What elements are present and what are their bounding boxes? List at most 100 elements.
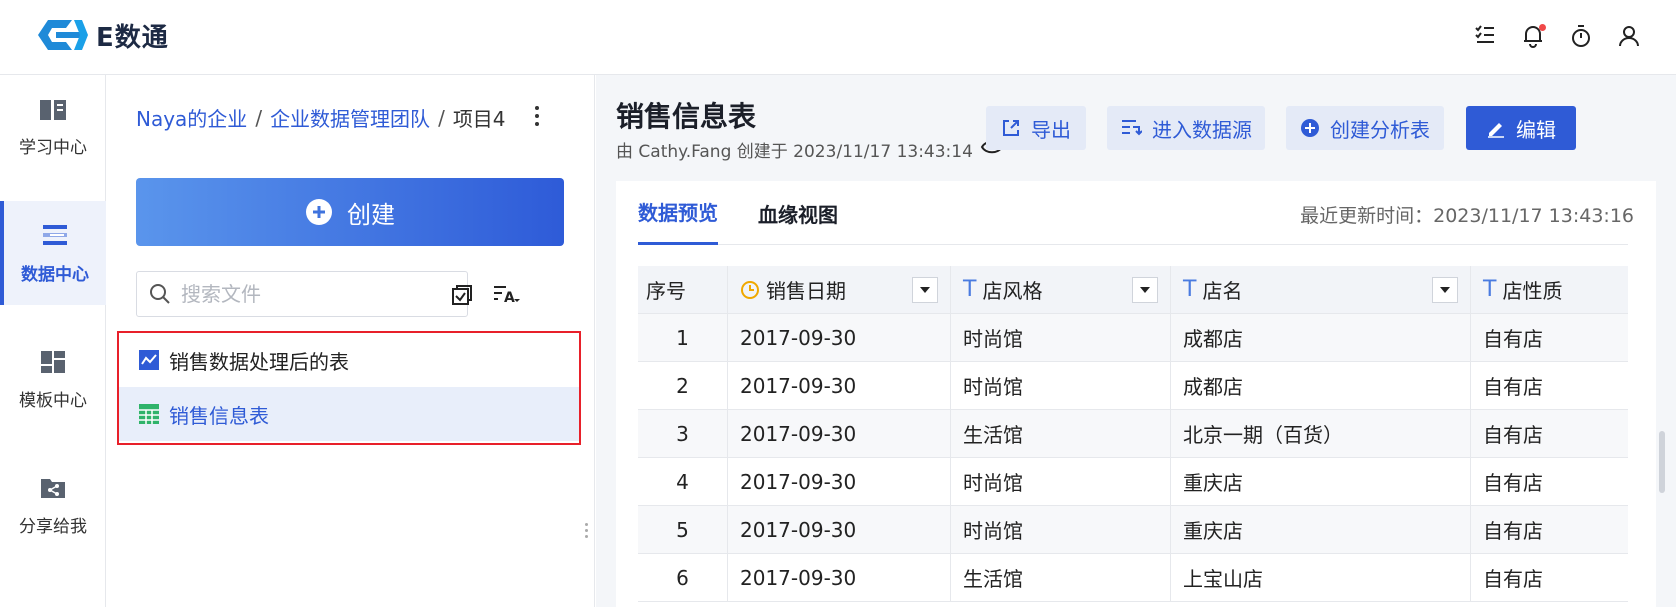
- file-list: 销售数据处理后的表 销售信息表: [117, 331, 581, 445]
- rail-item-template[interactable]: 模板中心: [0, 327, 106, 431]
- sort-icon[interactable]: A: [492, 280, 522, 310]
- table-cell: 2: [638, 362, 728, 409]
- create-button[interactable]: 创建: [136, 178, 564, 246]
- table-cell: 成都店: [1171, 362, 1471, 409]
- batch-select-icon[interactable]: [447, 280, 477, 310]
- logo-icon: [38, 20, 88, 50]
- left-rail: 学习中心 数据中心 模板中心 分享给我: [0, 75, 106, 607]
- table-cell: 2017-09-30: [728, 554, 951, 601]
- table-cell: 4: [638, 458, 728, 505]
- table-row[interactable]: 3 2017-09-30 生活馆 北京一期（百货） 自有店: [638, 410, 1628, 458]
- file-name: 销售信息表: [169, 403, 269, 428]
- data-icon: [43, 224, 67, 245]
- rail-label-template: 模板中心: [19, 390, 87, 411]
- rail-item-learning[interactable]: 学习中心: [0, 75, 106, 179]
- edit-icon: [1488, 123, 1504, 138]
- table-cell: 2017-09-30: [728, 506, 951, 553]
- table-cell: 北京一期（百货）: [1171, 410, 1471, 457]
- column-header-label: 销售日期: [766, 279, 846, 303]
- file-item-processed-sales[interactable]: 销售数据处理后的表: [119, 333, 579, 387]
- create-button-label: 创建: [347, 201, 395, 229]
- more-options-icon[interactable]: [530, 101, 544, 131]
- create-analysis-button[interactable]: 创建分析表: [1286, 106, 1444, 150]
- table-cell: 自有店: [1483, 519, 1543, 543]
- table-row[interactable]: 5 2017-09-30 时尚馆 重庆店 自有店: [638, 506, 1628, 554]
- table-cell: 2017-09-30: [728, 458, 951, 505]
- table-cell: 时尚馆: [951, 314, 1171, 361]
- table-cell: 时尚馆: [951, 506, 1171, 553]
- column-header-date[interactable]: 销售日期: [728, 266, 951, 313]
- table-cell: 自有店: [1483, 567, 1543, 591]
- column-header-store[interactable]: T 店名: [1171, 266, 1471, 313]
- table-row[interactable]: 4 2017-09-30 时尚馆 重庆店 自有店: [638, 458, 1628, 506]
- top-bar: E数通: [0, 0, 1676, 75]
- chevron-down-icon[interactable]: [1432, 277, 1458, 303]
- date-type-icon: [741, 280, 759, 299]
- table-cell: 自有店: [1483, 327, 1543, 351]
- breadcrumb-enterprise[interactable]: Naya的企业: [136, 103, 247, 132]
- last-updated: 最近更新时间：2023/11/17 13:43:16: [1300, 205, 1634, 227]
- notification-dot: [1539, 24, 1546, 31]
- file-name: 销售数据处理后的表: [169, 349, 349, 374]
- table-cell: 自有店: [1483, 375, 1543, 399]
- table-row[interactable]: 6 2017-09-30 生活馆 上宝山店 自有店: [638, 554, 1628, 602]
- share-icon: [41, 478, 65, 498]
- rail-item-data[interactable]: 数据中心: [0, 201, 106, 305]
- enter-datasource-button[interactable]: 进入数据源: [1107, 106, 1265, 150]
- chevron-down-icon[interactable]: [1132, 277, 1158, 303]
- plus-circle-icon: [1301, 119, 1319, 137]
- table-cell: 时尚馆: [951, 362, 1171, 409]
- file-item-sales-info[interactable]: 销售信息表: [119, 387, 579, 441]
- table-cell: 成都店: [1171, 314, 1471, 361]
- user-icon[interactable]: [1618, 24, 1640, 48]
- breadcrumb: Naya的企业 / 企业数据管理团队 / 项目4: [136, 103, 506, 132]
- breadcrumb-separator: /: [438, 105, 445, 130]
- rail-label-data: 数据中心: [21, 264, 89, 285]
- column-header-nature[interactable]: T 店性质: [1471, 266, 1628, 313]
- svg-text:A: A: [504, 290, 515, 306]
- table-cell: 生活馆: [951, 410, 1171, 457]
- search-input[interactable]: [181, 282, 451, 306]
- table-row[interactable]: 1 2017-09-30 时尚馆 成都店 自有店: [638, 314, 1628, 362]
- rail-label-share: 分享给我: [19, 516, 87, 537]
- edit-label: 编辑: [1516, 119, 1556, 142]
- table-cell: 自有店: [1483, 423, 1543, 447]
- breadcrumb-team[interactable]: 企业数据管理团队: [270, 103, 430, 132]
- column-header-label: 店名: [1202, 279, 1243, 303]
- table-cell: 6: [638, 554, 728, 601]
- search-box: [136, 271, 468, 317]
- table-cell: 自有店: [1483, 471, 1543, 495]
- timer-icon[interactable]: [1570, 24, 1592, 48]
- tab-lineage-view[interactable]: 血缘视图: [758, 181, 838, 245]
- datasource-icon: [1122, 120, 1142, 136]
- table-cell: 2017-09-30: [728, 410, 951, 457]
- export-icon: [1003, 120, 1019, 136]
- table-cell: 重庆店: [1171, 458, 1471, 505]
- table-row[interactable]: 2 2017-09-30 时尚馆 成都店 自有店: [638, 362, 1628, 410]
- chevron-down-icon[interactable]: [912, 277, 938, 303]
- chart-file-icon: [139, 350, 159, 370]
- rail-label-learning: 学习中心: [19, 137, 87, 158]
- text-type-icon: T: [1483, 277, 1497, 302]
- app-logo[interactable]: E数通: [32, 16, 169, 54]
- column-header-style[interactable]: T 店风格: [951, 266, 1171, 313]
- tab-data-preview[interactable]: 数据预览: [638, 181, 718, 245]
- rail-item-share[interactable]: 分享给我: [0, 453, 106, 557]
- table-cell: 5: [638, 506, 728, 553]
- text-type-icon: T: [963, 277, 977, 302]
- breadcrumb-separator: /: [255, 105, 263, 130]
- column-header-label: 店性质: [1502, 279, 1563, 303]
- template-icon: [41, 350, 65, 373]
- export-button[interactable]: 导出: [986, 106, 1086, 150]
- bell-icon[interactable]: [1522, 24, 1546, 48]
- app-name: E数通: [96, 22, 169, 53]
- table-cell: 2017-09-30: [728, 362, 951, 409]
- search-icon: [150, 284, 170, 304]
- datasource-label: 进入数据源: [1152, 119, 1252, 142]
- tasks-icon[interactable]: [1474, 24, 1496, 48]
- table-cell: 上宝山店: [1171, 554, 1471, 601]
- resize-handle[interactable]: [585, 523, 591, 543]
- main-content: 销售信息表 由 Cathy.Fang 创建于 2023/11/17 13:43:…: [596, 75, 1676, 607]
- table-scrollbar[interactable]: [1659, 431, 1665, 493]
- edit-button[interactable]: 编辑: [1466, 106, 1576, 150]
